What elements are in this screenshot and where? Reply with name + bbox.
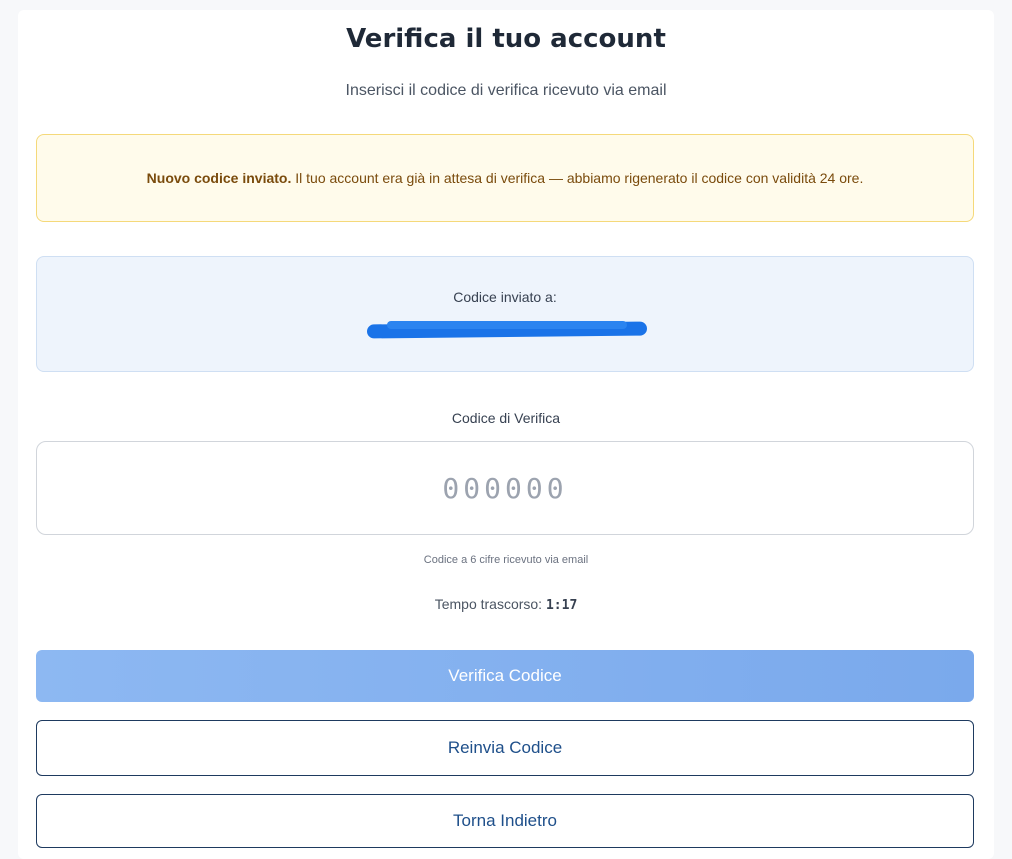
elapsed-timer: Tempo trascorso: 1:17 xyxy=(18,596,994,613)
page-subtitle: Inserisci il codice di verifica ricevuto… xyxy=(345,82,667,99)
email-info-box: Codice inviato a: xyxy=(36,256,974,372)
go-back-button[interactable]: Torna Indietro xyxy=(36,794,974,848)
timer-value: 1:17 xyxy=(545,598,578,613)
verify-code-button[interactable]: Verifica Codice xyxy=(36,650,974,702)
verification-code-input[interactable] xyxy=(36,441,974,535)
alert-title: Nuovo codice inviato. xyxy=(146,170,292,186)
code-field-label: Codice di Verifica xyxy=(451,410,561,426)
alert-message: Nuovo codice inviato. Il tuo account era… xyxy=(147,167,864,189)
alert-text: Il tuo account era già in attesa di veri… xyxy=(295,170,864,186)
code-resent-alert: Nuovo codice inviato. Il tuo account era… xyxy=(36,134,974,222)
email-label: Codice inviato a: xyxy=(453,289,557,305)
timer-label: Tempo trascorso: xyxy=(434,596,543,612)
resend-code-button[interactable]: Reinvia Codice xyxy=(36,720,974,776)
email-redaction-stroke xyxy=(387,321,627,329)
code-field-hint: Codice a 6 cifre ricevuto via email xyxy=(423,554,589,566)
page-title: Verifica il tuo account xyxy=(346,24,666,54)
verification-card: Verifica il tuo account Inserisci il cod… xyxy=(18,10,994,859)
